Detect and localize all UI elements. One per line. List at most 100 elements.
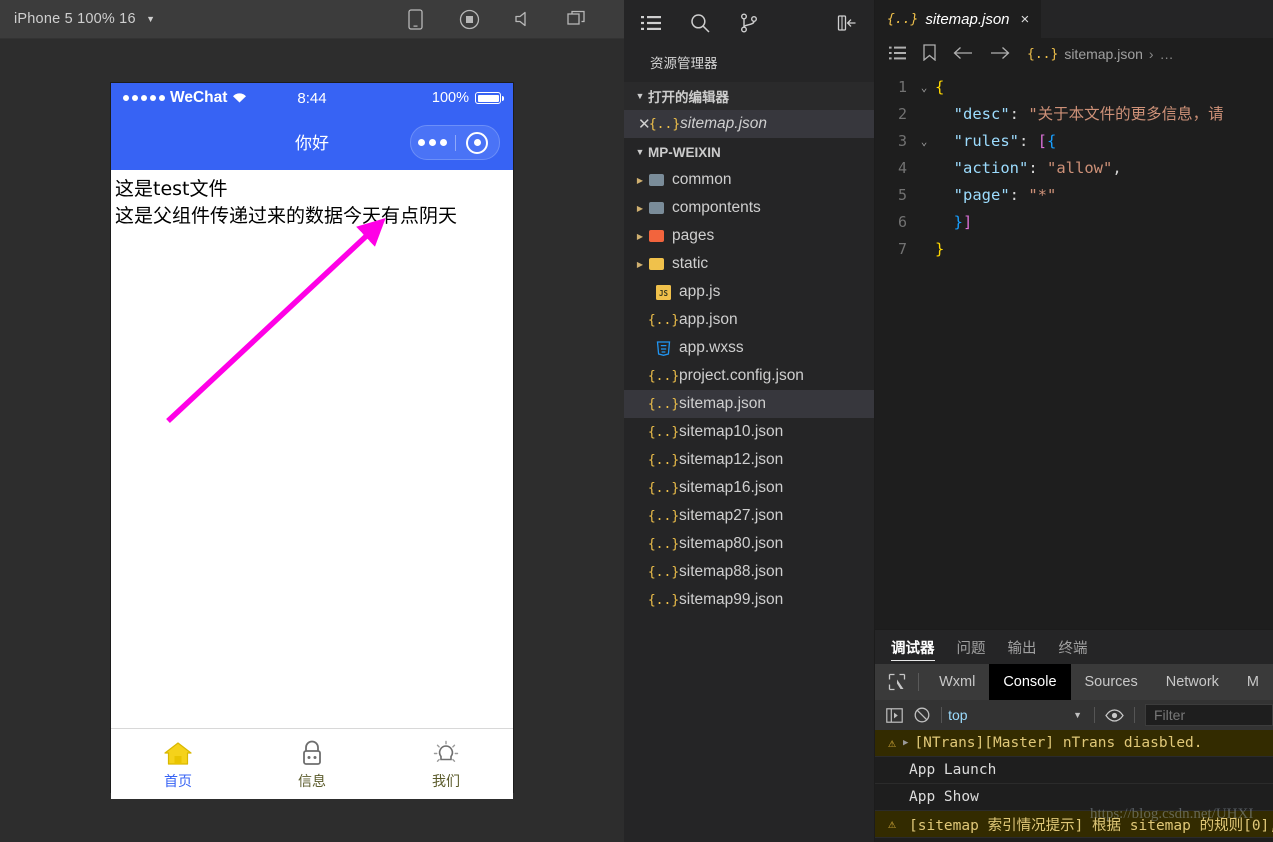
explorer-icon[interactable]	[640, 12, 662, 34]
more-menu-icon[interactable]	[411, 139, 455, 146]
tree-folder-compontents[interactable]: ▶ compontents	[624, 194, 874, 222]
tree-file-app-js[interactable]: JS app.js	[624, 278, 874, 306]
breadcrumb-file[interactable]: sitemap.json	[1064, 46, 1143, 62]
code-token: :	[1028, 159, 1047, 177]
tree-file-sitemap27-json[interactable]: {..} sitemap27.json	[624, 502, 874, 530]
record-icon[interactable]	[458, 8, 480, 30]
editor-tab-sitemap-json[interactable]: {..} sitemap.json ×	[875, 0, 1043, 38]
devtools-tab-network[interactable]: Network	[1152, 664, 1233, 700]
panel-tab-output[interactable]: 输出	[1008, 630, 1037, 664]
tree-file-sitemap10-json[interactable]: {..} sitemap10.json	[624, 418, 874, 446]
device-selector[interactable]: iPhone 5 100% 16 ▼	[14, 10, 155, 28]
json-icon: {..}	[647, 592, 680, 608]
tree-file-sitemap88-json[interactable]: {..} sitemap88.json	[624, 558, 874, 586]
arrow-right-icon[interactable]	[990, 46, 1010, 63]
devtools-tab-more[interactable]: M	[1233, 664, 1273, 700]
debugger-panel-tabs: 调试器 问题 输出 终端	[875, 630, 1273, 664]
tree-folder-common[interactable]: ▶ common	[624, 166, 874, 194]
tabbar-item-us[interactable]: 我们	[379, 729, 513, 799]
file-name: sitemap99.json	[679, 591, 784, 608]
code-token: "allow"	[1047, 159, 1113, 177]
tree-file-sitemap12-json[interactable]: {..} sitemap12.json	[624, 446, 874, 474]
section-open-editors[interactable]: ▼ 打开的编辑器	[624, 82, 874, 110]
phone-simulator: WeChat 8:44 100% 你好 这是test文件 这是父组件传递过来的数…	[111, 83, 513, 799]
code-token: "page"	[953, 186, 1010, 204]
devtools-tab-sources[interactable]: Sources	[1071, 664, 1152, 700]
volume-icon[interactable]	[512, 8, 534, 30]
breadcrumb-path[interactable]: {..} sitemap.json › …	[1027, 46, 1174, 62]
line-number: 2	[897, 105, 907, 123]
eye-icon[interactable]	[1101, 700, 1128, 730]
panel-tab-terminal[interactable]: 终端	[1059, 630, 1088, 664]
wifi-icon	[233, 93, 247, 103]
console-message[interactable]: ⚠ ▶ [NTrans][Master] nTrans diasbled.	[875, 730, 1273, 757]
open-editor-item-sitemap[interactable]: ✕ {..} sitemap.json	[624, 110, 874, 138]
windows-icon[interactable]	[566, 8, 588, 30]
code-token: :	[1019, 132, 1038, 150]
line-number: 1	[897, 78, 907, 96]
console-filter-input[interactable]: Filter	[1145, 704, 1273, 726]
console-message-text: [NTrans][Master] nTrans diasbled.	[914, 735, 1203, 751]
explorer-activity-bar	[624, 0, 874, 46]
search-icon[interactable]	[689, 12, 711, 34]
tabbar-label-us: 我们	[432, 773, 460, 789]
clear-console-icon[interactable]	[908, 700, 935, 730]
device-icon[interactable]	[404, 8, 426, 30]
json-icon: {..}	[647, 480, 680, 496]
panel-tab-problems[interactable]: 问题	[957, 630, 986, 664]
console-message[interactable]: ⚠ [sitemap 索引情况提示] 根据 sitemap 的规则[0],	[875, 811, 1273, 838]
code-editor[interactable]: 1 ⌄{2 "desc": "关于本文件的更多信息，请 3 ⌄ "rules": [{…	[875, 70, 1273, 629]
chevron-right-icon: ▶	[636, 259, 644, 269]
file-name: project.config.json	[679, 367, 804, 384]
bulb-icon	[431, 737, 461, 767]
fold-chevron-icon[interactable]: ⌄	[913, 74, 935, 101]
devtools-tab-wxml[interactable]: Wxml	[925, 664, 989, 700]
code-text: "rules": [{	[935, 128, 1273, 155]
devtools-tab-console[interactable]: Console	[989, 664, 1071, 700]
source-control-icon[interactable]	[738, 12, 760, 34]
file-name: sitemap12.json	[679, 451, 784, 468]
code-token: "desc"	[953, 105, 1010, 123]
expand-chevron-icon[interactable]: ▶	[901, 738, 914, 748]
simulator-panel: iPhone 5 100% 16 ▼ WeChat 8:44 100% 你好 这…	[0, 0, 624, 842]
console-sidebar-icon[interactable]	[881, 700, 908, 730]
tree-folder-pages[interactable]: ▶ pages	[624, 222, 874, 250]
close-miniprogram-icon[interactable]	[456, 131, 500, 154]
code-text: "action": "allow",	[935, 155, 1273, 182]
outline-icon[interactable]	[889, 46, 906, 63]
open-editor-name: sitemap.json	[680, 115, 768, 132]
tree-file-sitemap16-json[interactable]: {..} sitemap16.json	[624, 474, 874, 502]
editor-tab-title: sitemap.json	[925, 10, 1010, 28]
tree-folder-static[interactable]: ▶ static	[624, 250, 874, 278]
console-toolbar: top ▼ Filter	[875, 700, 1273, 730]
fold-chevron-icon[interactable]: ⌄	[913, 128, 935, 155]
tree-file-sitemap-json[interactable]: {..} sitemap.json	[624, 390, 874, 418]
tabbar-item-home[interactable]: 首页	[111, 729, 245, 799]
console-context-selector[interactable]: top ▼	[948, 707, 1088, 723]
arrow-left-icon[interactable]	[953, 46, 973, 63]
tree-file-sitemap99-json[interactable]: {..} sitemap99.json	[624, 586, 874, 614]
console-message[interactable]: App Show	[875, 784, 1273, 811]
css-icon	[655, 340, 672, 356]
section-project-root[interactable]: ▼ MP-WEIXIN	[624, 138, 874, 166]
editor-region: {..} sitemap.json × {..} sitemap.json ›	[875, 0, 1273, 842]
bookmark-icon[interactable]	[923, 44, 936, 64]
tree-file-app-json[interactable]: {..} app.json	[624, 306, 874, 334]
inspect-icon[interactable]	[881, 664, 912, 700]
code-token: :	[1009, 105, 1029, 123]
tabbar-item-info[interactable]: 信息	[245, 729, 379, 799]
wechat-capsule-button[interactable]	[410, 125, 500, 160]
console-output[interactable]: ⚠ ▶ [NTrans][Master] nTrans diasbled. App L…	[875, 730, 1273, 842]
panel-tab-debugger[interactable]: 调试器	[891, 630, 935, 664]
code-line: 2 "desc": "关于本文件的更多信息，请	[875, 101, 1273, 128]
tree-file-app-wxss[interactable]: app.wxss	[624, 334, 874, 362]
console-message[interactable]: App Launch	[875, 757, 1273, 784]
collapse-sidebar-icon[interactable]	[836, 12, 858, 34]
close-icon[interactable]: ×	[1021, 11, 1030, 28]
tree-file-project-config-json[interactable]: {..} project.config.json	[624, 362, 874, 390]
breadcrumb-more[interactable]: …	[1160, 46, 1174, 62]
json-icon: {..}	[647, 564, 680, 580]
tree-file-sitemap80-json[interactable]: {..} sitemap80.json	[624, 530, 874, 558]
